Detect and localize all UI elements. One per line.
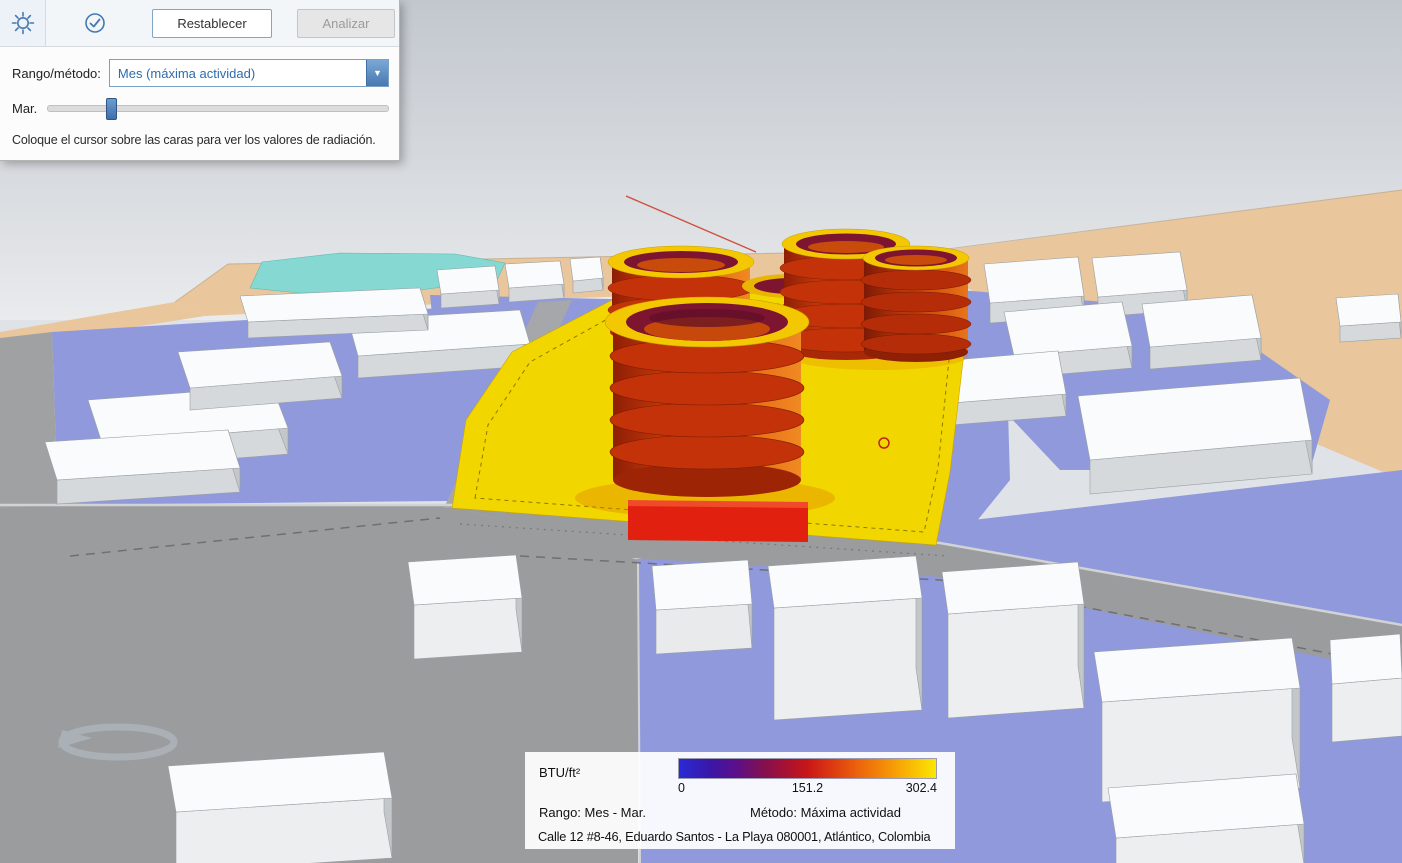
- hover-hint-text: Coloque el cursor sobre las caras para v…: [12, 133, 376, 147]
- range-method-label: Rango/método:: [12, 65, 101, 81]
- analyze-button[interactable]: Analizar: [297, 8, 395, 38]
- legend-range: Rango: Mes - Mar.: [539, 805, 646, 820]
- tower: [604, 296, 810, 497]
- legend-method: Método: Máxima actividad: [750, 805, 902, 820]
- app-window: Restablecer Analizar Rango/método: Mes (…: [0, 0, 1402, 863]
- legend-panel: BTU/ft² 0 151.2 302.4 Rango: Mes - Mar. …: [525, 752, 955, 849]
- radiation-scale-bar: [678, 758, 937, 779]
- building: [569, 256, 604, 294]
- scale-ticks: 0 151.2 302.4: [678, 781, 937, 795]
- sun-button[interactable]: [0, 0, 46, 46]
- building: [1077, 377, 1313, 495]
- scale-max: 302.4: [905, 781, 937, 795]
- legend-unit-label: BTU/ft²: [539, 765, 581, 780]
- building: [941, 561, 1085, 719]
- controls-section: Rango/método: Mes (máxima actividad) ▼ M…: [0, 47, 399, 147]
- scale-min: 0: [678, 781, 685, 795]
- confirm-button[interactable]: [84, 12, 106, 34]
- legend-address: Calle 12 #8-46, Eduardo Santos - La Play…: [538, 829, 931, 844]
- solar-analysis-panel: Restablecer Analizar Rango/método: Mes (…: [0, 0, 400, 161]
- sun-icon: [11, 11, 34, 35]
- building: [167, 751, 393, 863]
- range-method-value: Mes (máxima actividad): [117, 65, 256, 81]
- range-method-select[interactable]: Mes (máxima actividad) ▼: [108, 59, 389, 87]
- building: [1141, 294, 1262, 370]
- dropdown-arrow-icon[interactable]: ▼: [366, 60, 388, 86]
- building: [407, 554, 523, 660]
- tower: [860, 245, 972, 362]
- building: [767, 555, 923, 721]
- toolbar: Restablecer Analizar: [0, 0, 399, 47]
- building: [1335, 293, 1402, 343]
- building: [44, 429, 241, 505]
- reset-button[interactable]: Restablecer: [152, 8, 272, 38]
- building: [436, 265, 500, 309]
- month-slider-handle[interactable]: [106, 98, 118, 120]
- building: [651, 559, 753, 655]
- month-slider[interactable]: [47, 98, 389, 120]
- building: [239, 287, 429, 339]
- building: [1329, 633, 1402, 743]
- building: [504, 260, 565, 303]
- scale-mid: 151.2: [791, 781, 824, 795]
- check-circle-icon: [85, 13, 105, 33]
- building: [177, 341, 343, 411]
- month-slider-label: Mar.: [12, 101, 38, 116]
- building: [1107, 773, 1305, 863]
